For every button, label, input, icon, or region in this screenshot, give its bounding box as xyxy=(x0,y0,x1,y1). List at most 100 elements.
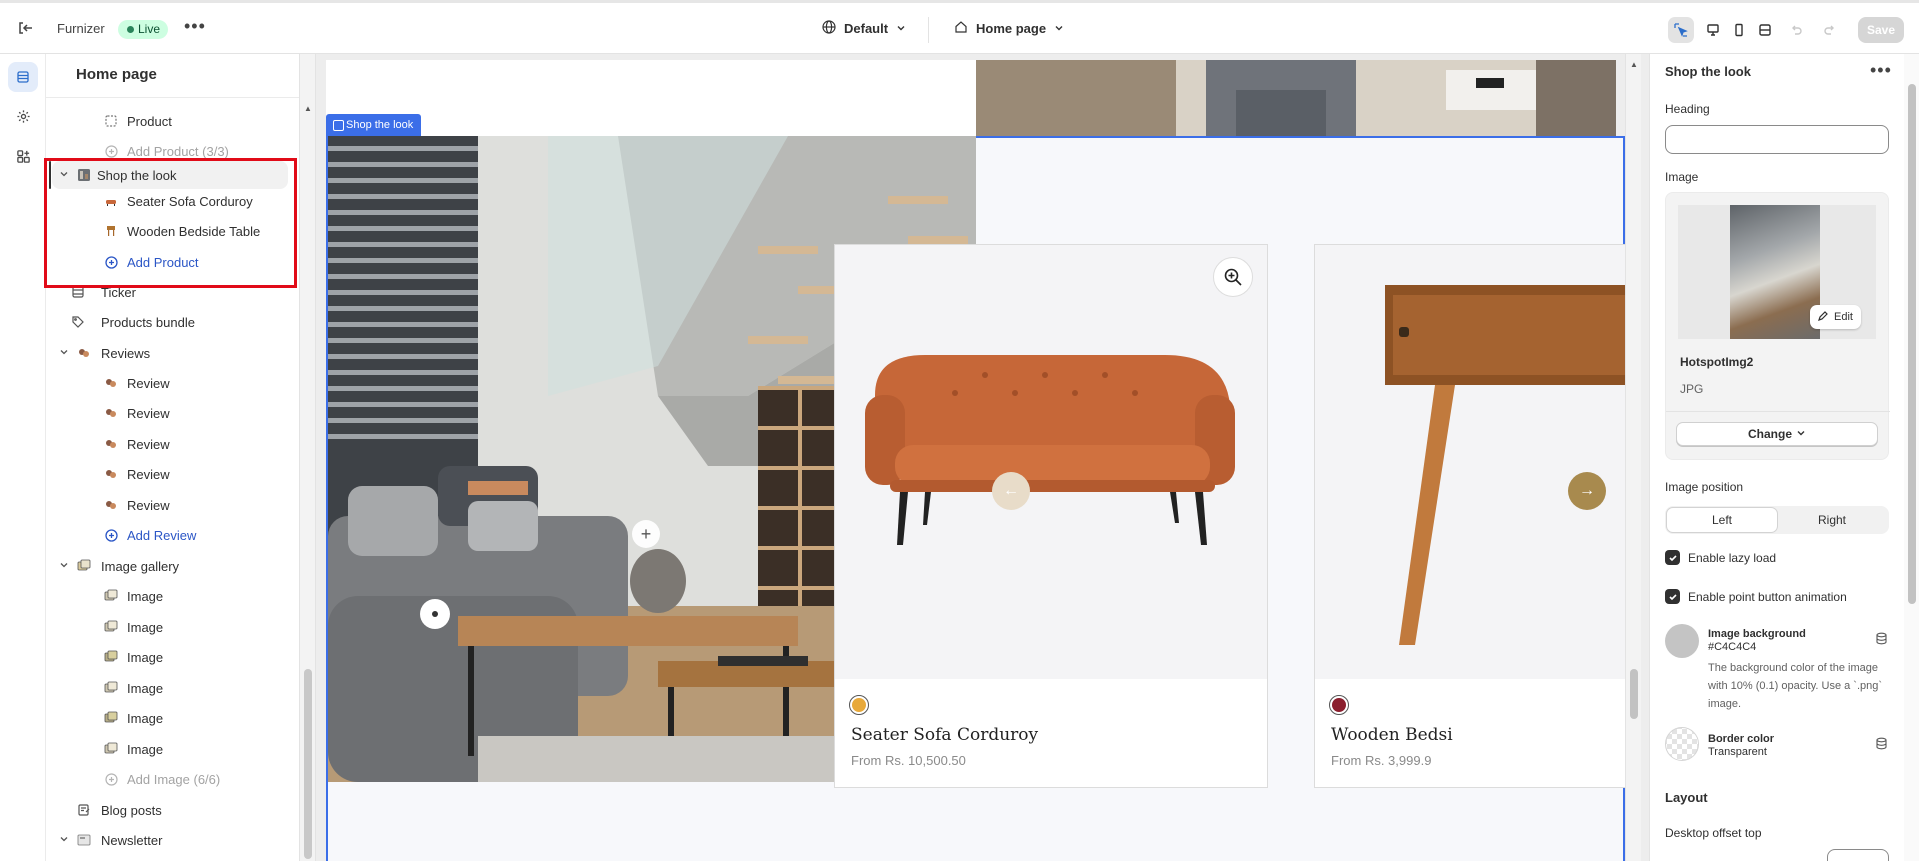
tree-item-seater-sofa[interactable]: Seater Sofa Corduroy xyxy=(46,187,290,215)
position-right-option[interactable]: Right xyxy=(1777,508,1887,532)
change-image-button[interactable]: Change xyxy=(1676,422,1878,446)
product-image[interactable] xyxy=(1315,245,1633,679)
color-swatch[interactable] xyxy=(849,695,869,715)
hotspot-dot-button[interactable] xyxy=(420,599,450,629)
settings-scrollbar[interactable] xyxy=(1904,54,1919,861)
chevron-down-icon[interactable] xyxy=(59,560,69,573)
inspector-icon[interactable] xyxy=(1668,17,1694,43)
previous-section-image xyxy=(976,60,1616,136)
more-actions-icon[interactable]: ••• xyxy=(1870,60,1892,81)
dashed-square-icon xyxy=(103,113,119,129)
desktop-view-icon[interactable] xyxy=(1700,17,1726,43)
image-filename: HotspotImg2 xyxy=(1680,355,1754,369)
tree-item-image[interactable]: Image xyxy=(46,674,290,702)
tree-item-review[interactable]: Review xyxy=(46,369,290,397)
point-animation-checkbox[interactable] xyxy=(1665,589,1680,604)
tree-item-newsletter[interactable]: Newsletter xyxy=(46,826,290,854)
tree-item-image-gallery[interactable]: Image gallery xyxy=(46,552,290,580)
tree-item-label: Add Product (3/3) xyxy=(127,143,229,159)
preview-scrollbar[interactable]: ▲ xyxy=(1625,54,1641,861)
tree-item-product[interactable]: Product xyxy=(46,107,290,135)
position-left-option[interactable]: Left xyxy=(1667,508,1777,532)
tree-item-label: Product xyxy=(127,113,172,129)
left-panel-scrollbar[interactable]: ▲ xyxy=(300,54,316,861)
tree-item-ticker[interactable]: Ticker xyxy=(46,278,290,306)
tree-item-reviews[interactable]: Reviews xyxy=(46,339,290,367)
save-button[interactable]: Save xyxy=(1858,17,1904,43)
apps-icon[interactable] xyxy=(8,141,38,171)
layout-section-heading: Layout xyxy=(1665,790,1708,805)
image-background-swatch[interactable] xyxy=(1665,624,1699,658)
scrollbar-thumb[interactable] xyxy=(1630,669,1638,719)
image-background-title: Image background xyxy=(1708,628,1806,640)
mobile-view-icon[interactable] xyxy=(1726,17,1752,43)
scrollbar-thumb[interactable] xyxy=(1908,84,1916,604)
product-title[interactable]: Seater Sofa Corduroy xyxy=(851,725,1038,745)
zoom-in-icon[interactable] xyxy=(1213,257,1253,297)
hotspot-plus-button[interactable]: + xyxy=(632,520,660,548)
product-card[interactable]: Seater Sofa Corduroy From Rs. 10,500.50 xyxy=(834,244,1268,788)
color-swatch[interactable] xyxy=(1329,695,1349,715)
scroll-up-icon[interactable]: ▲ xyxy=(1630,60,1638,69)
fullwidth-view-icon[interactable] xyxy=(1752,17,1778,43)
border-color-title: Border color xyxy=(1708,733,1775,745)
chevron-down-icon[interactable] xyxy=(59,834,69,847)
heading-input[interactable] xyxy=(1665,125,1889,154)
tree-item-label: Ticker xyxy=(101,284,136,300)
desktop-offset-input[interactable] xyxy=(1827,849,1889,861)
divider xyxy=(1666,411,1890,412)
tree-item-label: Image xyxy=(127,649,164,665)
settings-title: Shop the look xyxy=(1665,64,1751,79)
image-thumbnail xyxy=(1730,205,1820,339)
add-product-button[interactable]: Add Product xyxy=(46,248,290,276)
lazy-load-checkbox[interactable] xyxy=(1665,550,1680,565)
tree-item-image[interactable]: Image xyxy=(46,704,290,732)
tree-item-image[interactable]: Image xyxy=(46,582,290,610)
product-price: From Rs. 10,500.50 xyxy=(851,753,966,768)
tree-item-blog-posts[interactable]: Blog posts xyxy=(46,796,290,824)
product-image[interactable] xyxy=(835,245,1267,679)
product-title[interactable]: Wooden Bedsi xyxy=(1331,725,1453,745)
tree-item-label: Image xyxy=(127,588,164,604)
sections-icon[interactable] xyxy=(8,62,38,92)
tree-item-review[interactable]: Review xyxy=(46,430,290,458)
scrollbar-thumb[interactable] xyxy=(304,669,312,859)
chevron-down-icon[interactable] xyxy=(59,347,69,360)
tree-item-wooden-bedside-table[interactable]: Wooden Bedside Table xyxy=(46,217,290,245)
divider xyxy=(46,97,299,98)
scroll-up-icon[interactable]: ▲ xyxy=(304,104,312,113)
tree-item-label: Reviews xyxy=(101,345,151,361)
product-card[interactable]: Wooden Bedsi From Rs. 3,999.9 xyxy=(1314,244,1634,788)
border-color-value: Transparent xyxy=(1708,746,1767,758)
tree-item-products-bundle[interactable]: Products bundle xyxy=(46,308,290,336)
tree-item-review[interactable]: Review xyxy=(46,460,290,488)
redo-icon[interactable] xyxy=(1817,17,1843,43)
tree-item-image[interactable]: Image xyxy=(46,643,290,671)
tree-item-review[interactable]: Review xyxy=(46,399,290,427)
tree-item-label: Image xyxy=(127,710,164,726)
arrow-right-icon[interactable]: → xyxy=(1568,472,1606,510)
edit-image-button[interactable]: Edit xyxy=(1810,305,1861,329)
border-color-swatch[interactable] xyxy=(1665,727,1699,761)
tree-item-shop-the-look[interactable]: Shop the look xyxy=(52,161,288,189)
tree-item-label: Review xyxy=(127,375,170,391)
settings-gear-icon[interactable] xyxy=(8,101,38,131)
arrow-left-icon[interactable]: ← xyxy=(992,472,1030,510)
icon-rail xyxy=(0,54,46,861)
lazy-load-label: Enable lazy load xyxy=(1688,551,1777,565)
tree-item-add-image-disabled: Add Image (6/6) xyxy=(46,765,290,793)
image-position-label: Image position xyxy=(1665,480,1744,494)
dynamic-source-icon[interactable] xyxy=(1875,737,1888,753)
chevron-down-icon[interactable] xyxy=(59,169,69,182)
gallery-thumb-icon xyxy=(103,741,119,757)
review-thumb-icon xyxy=(103,375,119,391)
image-preview[interactable]: Edit xyxy=(1678,205,1876,339)
tree-item-image[interactable]: Image xyxy=(46,735,290,763)
undo-icon[interactable] xyxy=(1783,17,1809,43)
add-review-button[interactable]: Add Review xyxy=(46,521,290,549)
tree-item-review[interactable]: Review xyxy=(46,491,290,519)
dynamic-source-icon[interactable] xyxy=(1875,632,1888,648)
tree-item-image[interactable]: Image xyxy=(46,613,290,641)
theme-preview: Shop the look + Seater Sofa Corduroy Fro… xyxy=(316,54,1649,861)
previous-section xyxy=(326,60,976,136)
